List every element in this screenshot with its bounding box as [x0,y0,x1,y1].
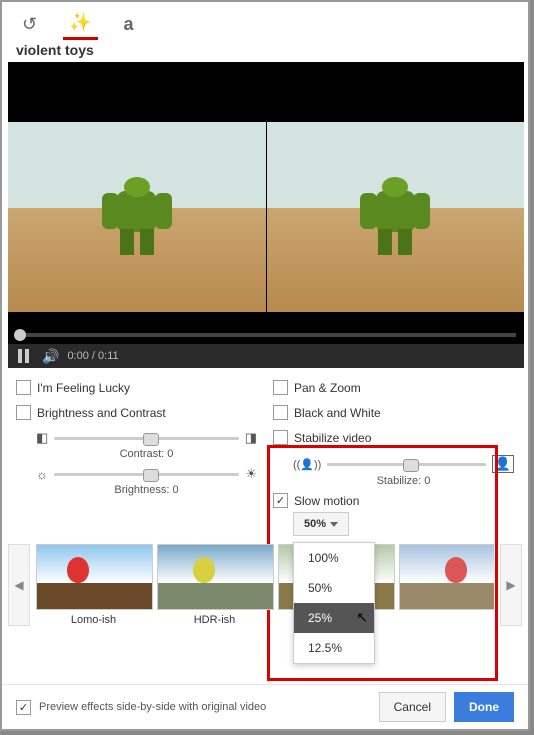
brightness-high-icon: ☀ [245,466,257,482]
slowmo-option-50[interactable]: 50% [294,573,374,603]
preview-checkbox[interactable]: ✓ [16,700,31,715]
pause-button[interactable] [18,349,32,363]
contrast-slider[interactable]: ◧ ◨ [36,430,257,446]
checkbox-icon[interactable] [273,380,288,395]
opt-pan-zoom[interactable]: Pan & Zoom [273,380,514,395]
checkbox-icon[interactable] [273,405,288,420]
opt-black-white[interactable]: Black and White [273,405,514,420]
filters-next[interactable]: ▶ [500,544,522,626]
preview-label: Preview effects side-by-side with origin… [39,701,266,713]
chevron-down-icon [330,522,338,527]
tool-tabs: ↺ ✨ a [2,2,528,42]
cancel-button[interactable]: Cancel [379,692,446,722]
stabilize-value: Stabilize: 0 [293,475,514,487]
opt-slow-motion[interactable]: ✓ Slow motion [273,493,514,508]
filter-label: Lomo-ish [36,614,151,626]
contrast-value: Contrast: 0 [36,448,257,460]
stabilize-high-icon: 👤 [492,455,514,473]
time-display: 0:00 / 0:11 [67,350,118,362]
filters-prev[interactable]: ◀ [8,544,30,626]
tab-text[interactable]: a [118,10,140,39]
progress-bar[interactable] [8,326,524,344]
checkbox-icon[interactable] [16,380,31,395]
filter-thumb[interactable] [399,544,494,626]
tab-undo[interactable]: ↺ [16,10,43,39]
slowmo-menu[interactable]: 100% 50% 25% ↖ 12.5% [293,542,375,664]
slowmo-option-12[interactable]: 12.5% [294,633,374,663]
video-player[interactable]: 🔊 0:00 / 0:11 [8,62,524,368]
done-button[interactable]: Done [454,692,514,722]
slowmo-option-100[interactable]: 100% [294,543,374,573]
tab-enhancements[interactable]: ✨ [63,8,97,40]
contrast-high-icon: ◨ [245,430,257,446]
checkbox-icon[interactable]: ✓ [273,493,288,508]
slowmo-option-25[interactable]: 25% ↖ [294,603,374,633]
filter-label: HDR-ish [157,614,272,626]
contrast-low-icon: ◧ [36,430,48,446]
preview-original [8,122,267,312]
volume-icon[interactable]: 🔊 [42,348,59,365]
preview-effect [267,122,525,312]
footer-bar: ✓ Preview effects side-by-side with orig… [2,684,528,729]
filter-thumb[interactable]: Lomo-ish [36,544,151,626]
checkbox-icon[interactable] [273,430,288,445]
opt-brightness-contrast[interactable]: Brightness and Contrast [16,405,257,420]
brightness-low-icon: ☼ [36,467,48,482]
brightness-slider[interactable]: ☼ ☀ [36,466,257,482]
filter-thumb[interactable]: HDR-ish [157,544,272,626]
filter-strip: ◀ Lomo-ishHDR-ishCross Process ▶ [2,544,528,626]
slowmo-dropdown[interactable]: 50% [293,512,349,536]
video-title: violent toys [16,42,514,58]
opt-stabilize[interactable]: Stabilize video [273,430,514,445]
checkbox-icon[interactable] [16,405,31,420]
stabilize-low-icon: ((👤)) [293,458,321,471]
cursor-icon: ↖ [356,609,368,626]
opt-lucky[interactable]: I'm Feeling Lucky [16,380,257,395]
stabilize-slider[interactable]: ((👤)) 👤 [293,455,514,473]
brightness-value: Brightness: 0 [36,484,257,496]
